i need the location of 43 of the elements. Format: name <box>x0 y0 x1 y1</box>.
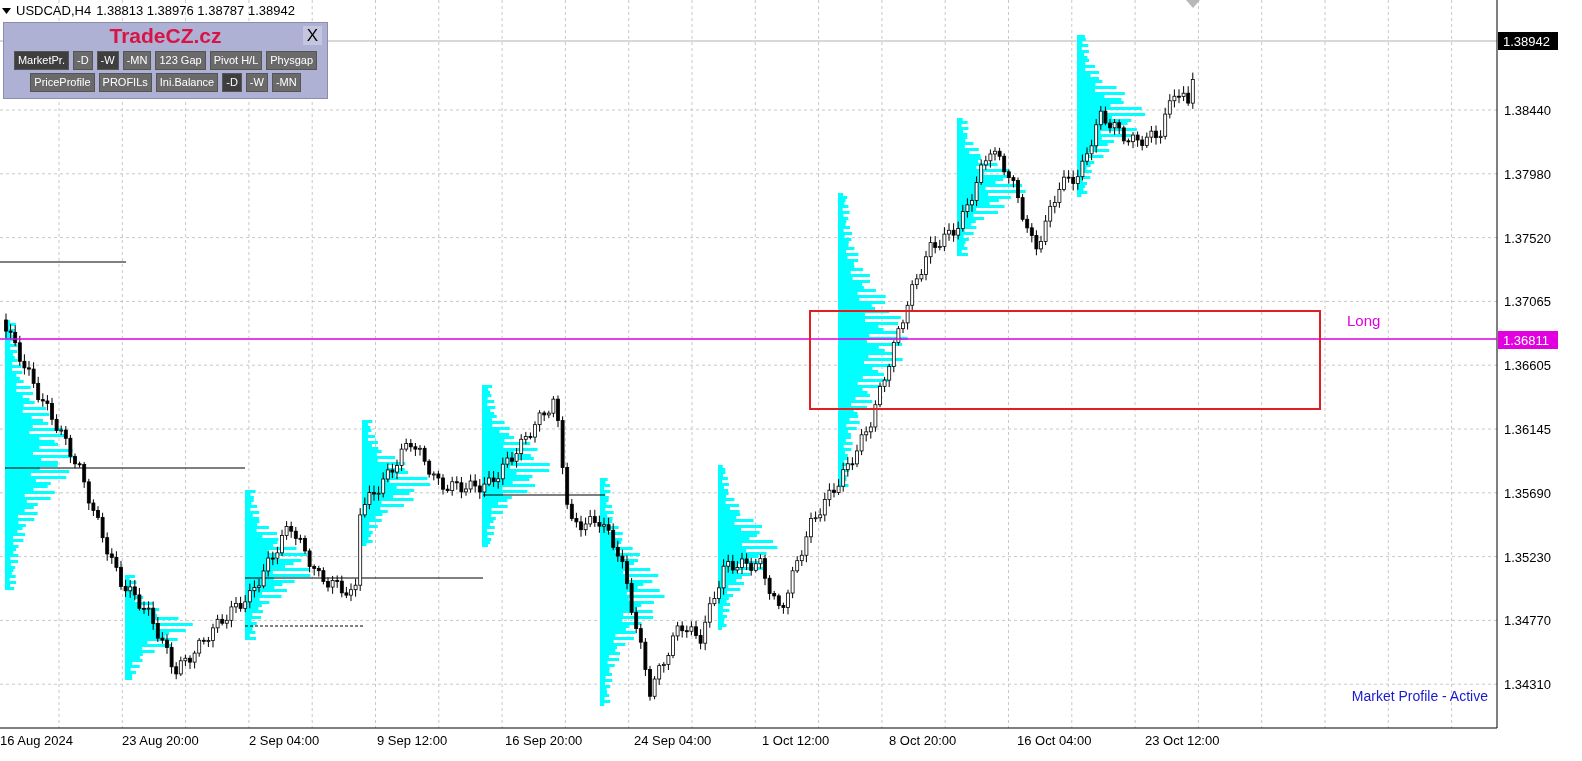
price-label: 1.36145 <box>1504 422 1551 437</box>
indicator-button[interactable]: -D <box>73 51 93 70</box>
price-label: 1.34310 <box>1504 677 1551 693</box>
scroll-marker-icon <box>1186 0 1200 8</box>
level-line-label: Long <box>1347 312 1381 329</box>
caret-icon[interactable] <box>2 7 11 14</box>
price-label: 1.37520 <box>1504 230 1551 246</box>
price-label: 1.35690 <box>1504 485 1551 501</box>
time-label: 16 Aug 2024 <box>0 733 74 748</box>
price-label: 1.37980 <box>1504 166 1551 182</box>
indicator-button[interactable]: -MN <box>271 73 301 92</box>
time-label: 16 Oct 04:00 <box>1017 733 1092 748</box>
ohlc-values: 1.38813 1.38976 1.38787 1.38942 <box>96 2 295 20</box>
indicator-button[interactable]: PriceProfile <box>30 73 95 92</box>
time-label: 8 Oct 20:00 <box>889 733 957 748</box>
price-label: 1.37065 <box>1504 294 1551 310</box>
price-label: 1.35230 <box>1504 549 1551 565</box>
indicator-button[interactable]: -W <box>245 73 268 92</box>
indicator-button[interactable]: Physgap <box>266 51 318 70</box>
time-label: 2 Sep 04:00 <box>249 733 320 748</box>
time-label: 1 Oct 12:00 <box>762 733 830 748</box>
time-label: 23 Oct 12:00 <box>1145 733 1220 748</box>
price-label: 1.38440 <box>1504 103 1551 118</box>
current-price-tag: 1.38942 <box>1498 32 1558 50</box>
indicator-button[interactable]: 123 Gap <box>155 51 206 70</box>
price-label: 1.34770 <box>1504 613 1551 629</box>
close-button[interactable]: X <box>303 26 322 45</box>
indicator-button[interactable]: PROFILs <box>98 73 152 92</box>
symbol-label: USDCAD,H4 <box>16 2 92 20</box>
indicator-button[interactable]: MarketPr. <box>13 51 69 70</box>
indicator-button[interactable]: -D <box>222 73 242 92</box>
status-text: Market Profile - Active <box>1351 688 1488 704</box>
indicator-button[interactable]: -W <box>96 51 119 70</box>
indicator-button[interactable]: -MN <box>122 51 152 70</box>
time-label: 24 Sep 04:00 <box>634 733 712 748</box>
level-price-tag: 1.36811 <box>1498 331 1558 349</box>
time-label: 23 Aug 20:00 <box>122 733 199 748</box>
time-label: 9 Sep 12:00 <box>377 733 448 748</box>
panel-title: TradeCZ.cz <box>109 24 222 48</box>
price-label: 1.36605 <box>1504 358 1551 374</box>
indicator-button[interactable]: Ini.Balance <box>155 73 219 92</box>
time-label: 16 Sep 20:00 <box>505 733 583 748</box>
indicator-button[interactable]: Pivot H/L <box>209 51 263 70</box>
